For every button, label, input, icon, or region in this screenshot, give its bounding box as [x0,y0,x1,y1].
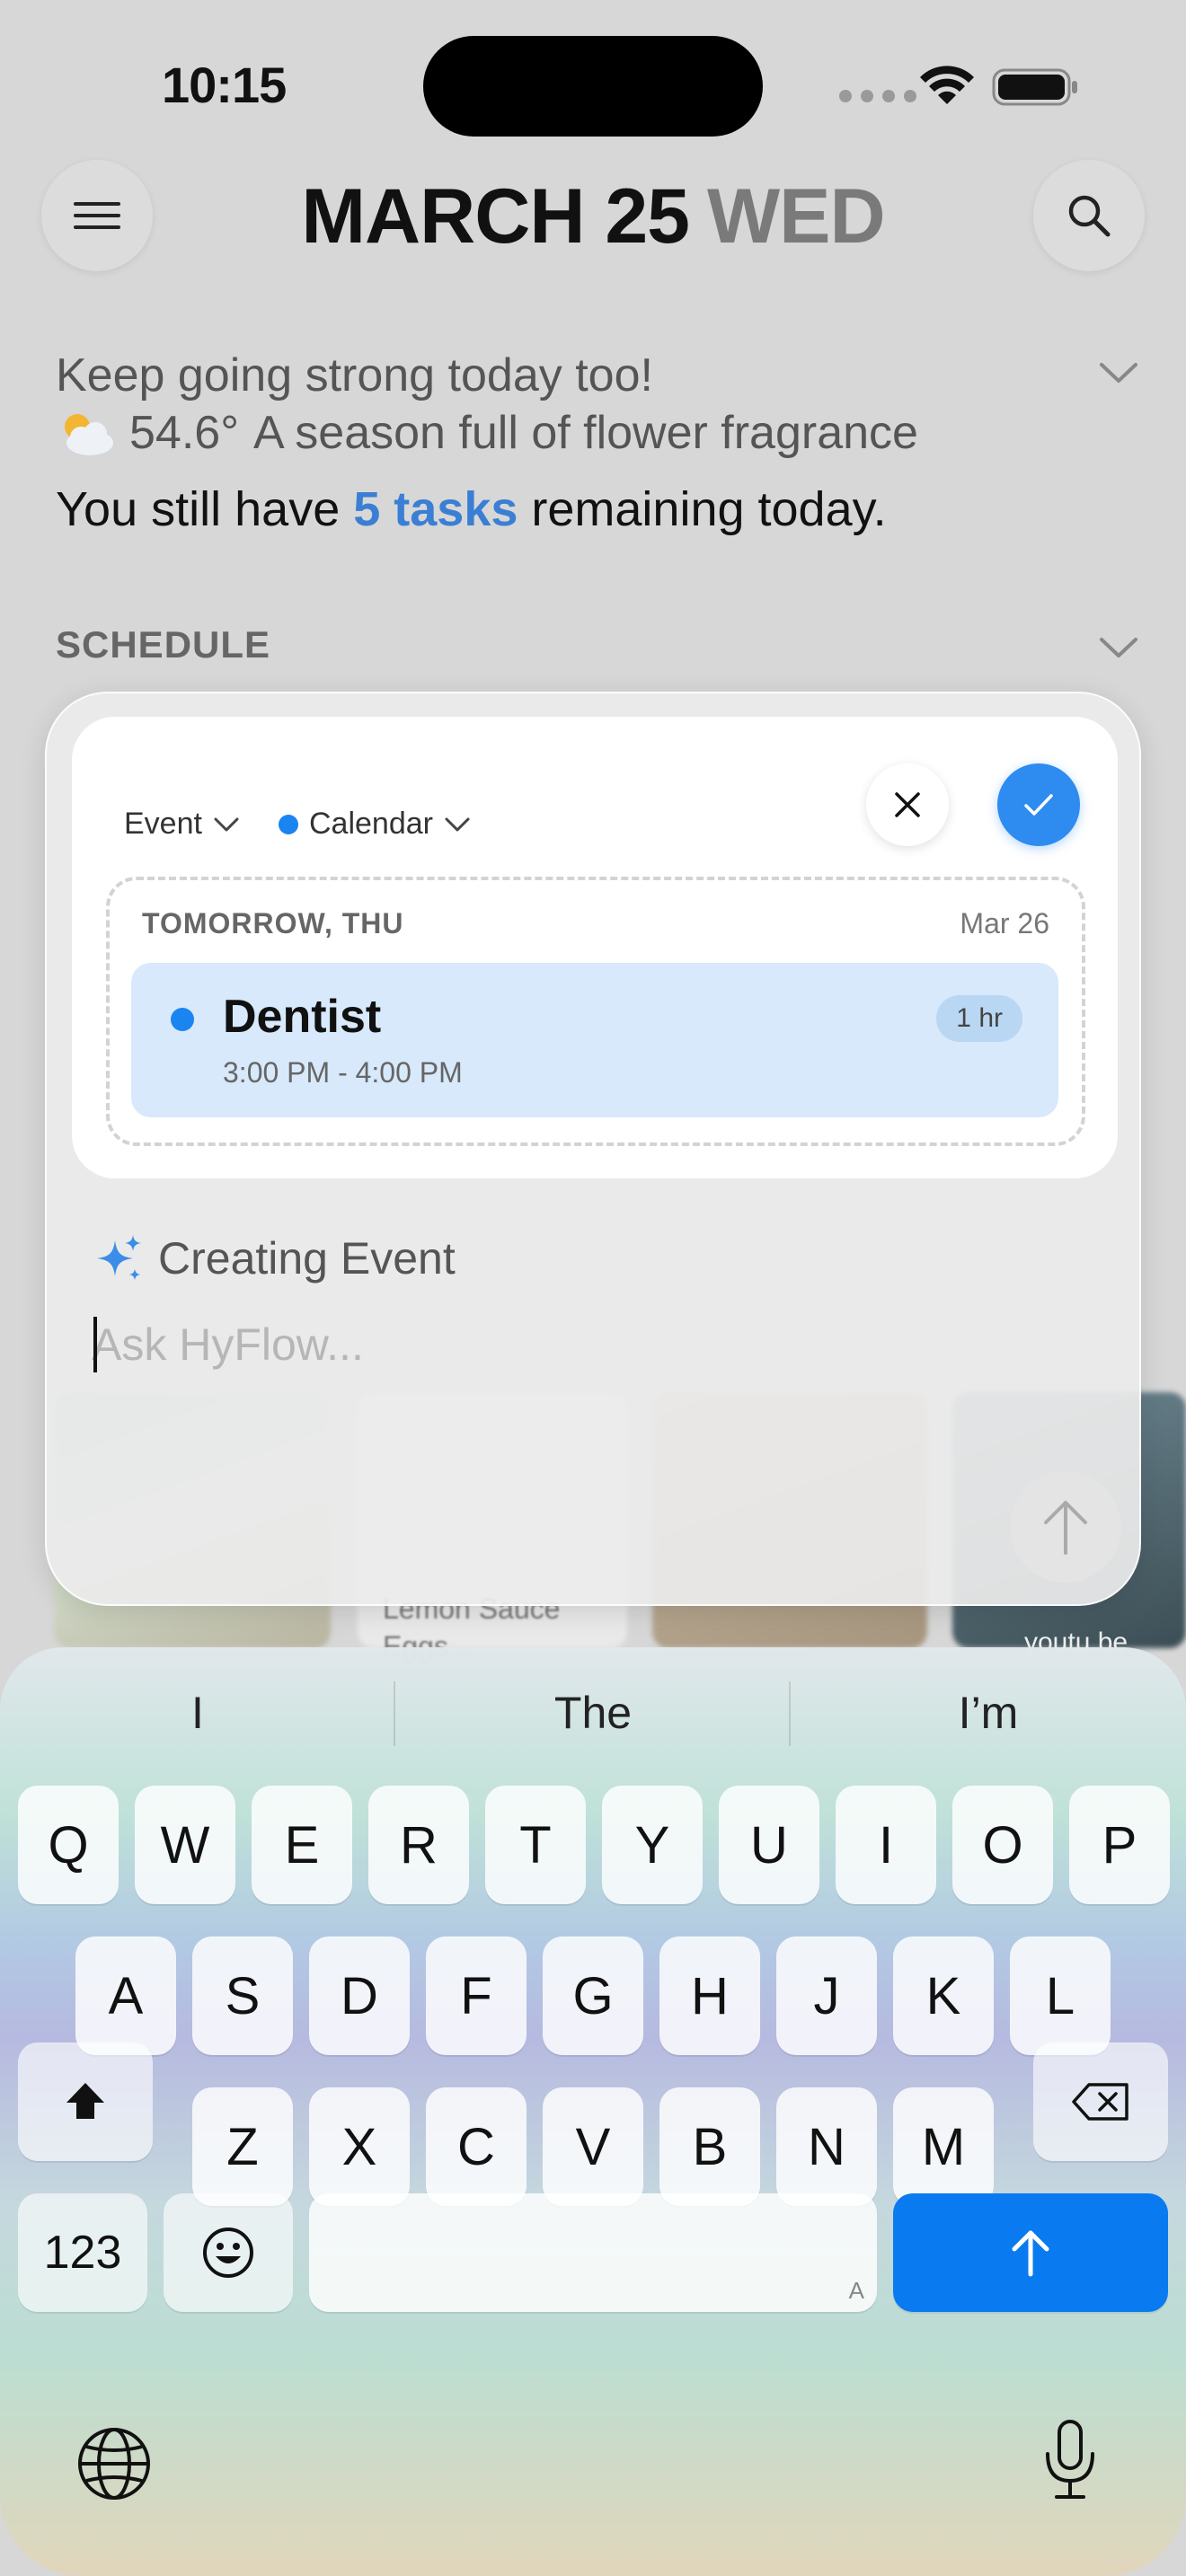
suggestion-1[interactable]: I [63,1687,332,1739]
chevron-down-icon[interactable] [1098,634,1139,661]
key-z[interactable]: Z [192,2087,293,2206]
calendar-dropdown-label: Calendar [309,807,433,841]
key-n[interactable]: N [776,2087,877,2206]
ask-input[interactable] [92,1313,990,1376]
key-p[interactable]: P [1069,1786,1170,1904]
event-preview: TOMORROW, THU Mar 26 Dentist 3:00 PM - 4… [106,877,1085,1146]
preview-day-label: TOMORROW, THU [142,907,404,940]
backspace-icon [1072,2083,1128,2121]
suggestion-2[interactable]: The [458,1687,728,1739]
suggestion-3[interactable]: I’m [854,1687,1123,1739]
confirm-button[interactable] [997,763,1080,846]
ai-status: Creating Event [95,1232,456,1284]
calendar-color-dot [279,814,298,834]
key-h[interactable]: H [659,1936,760,2055]
status-time: 10:15 [162,57,287,113]
numbers-key[interactable]: 123 [18,2193,147,2312]
shift-key[interactable] [18,2042,153,2161]
suggestion-divider [394,1681,395,1746]
key-i[interactable]: I [836,1786,936,1904]
space-key[interactable]: A [309,2193,877,2312]
key-s[interactable]: S [192,1936,293,2055]
event-title: Dentist [223,991,382,1043]
tasks-remaining: You still have 5 tasks remaining today. [56,481,887,537]
emoji-key[interactable] [164,2193,293,2312]
greeting-text: Keep going strong today too! [56,349,653,401]
key-g[interactable]: G [543,1936,643,2055]
key-o[interactable]: O [952,1786,1053,1904]
partly-cloudy-icon [65,414,113,455]
battery-icon [992,68,1077,106]
key-d[interactable]: D [309,1936,410,2055]
temperature: 54.6° [129,407,240,459]
key-w[interactable]: W [135,1786,235,1904]
key-k[interactable]: K [893,1936,994,2055]
suggestion-bar: I The I’m [0,1647,1186,1780]
globe-icon[interactable] [75,2425,153,2502]
key-r[interactable]: R [368,1786,469,1904]
title-day: WED [706,173,886,260]
status-bar: 10:15 [0,0,1186,171]
key-m[interactable]: M [893,2087,994,2206]
tasks-suffix: remaining today. [518,482,887,536]
microphone-icon[interactable] [1042,2418,1098,2504]
space-key-hint: A [848,2277,864,2304]
arrow-up-icon [1044,1501,1087,1555]
event-duration-badge: 1 hr [936,995,1022,1042]
key-a[interactable]: A [75,1936,176,2055]
key-q[interactable]: Q [18,1786,119,1904]
title-date: MARCH 25 [301,173,690,260]
key-e[interactable]: E [252,1786,352,1904]
weather-row: 54.6° A season full of flower fragrance [56,406,918,460]
key-y[interactable]: Y [602,1786,703,1904]
type-dropdown[interactable]: Event [124,807,240,842]
suggestion-divider [789,1681,791,1746]
send-key[interactable] [893,2193,1168,2312]
chevron-down-icon [445,817,470,831]
calendar-dropdown[interactable]: Calendar [279,807,471,842]
tasks-count-link[interactable]: 5 tasks [353,482,518,536]
emoji-icon [203,2228,253,2278]
tasks-prefix: You still have [56,482,354,536]
send-button[interactable] [1010,1471,1121,1583]
arrow-up-icon [1012,2230,1049,2277]
keyboard: I The I’m QWERTYUIOPASDFGHJKLZXCVBNM 123… [0,1647,1186,2576]
wifi-icon [920,66,974,104]
weather-text: A season full of flower fragrance [253,407,918,459]
preview-date-label: Mar 26 [960,907,1049,940]
key-f[interactable]: F [426,1936,527,2055]
shift-icon [66,2083,104,2119]
key-v[interactable]: V [543,2087,643,2206]
ai-create-sheet: Event Calendar TOMORROW, THU Mar 26 Dent… [45,692,1141,1606]
event-block[interactable]: Dentist 3:00 PM - 4:00 PM 1 hr [131,963,1058,1117]
chevron-down-icon [214,817,239,831]
key-b[interactable]: B [659,2087,760,2206]
event-color-dot [171,1008,194,1031]
type-dropdown-label: Event [124,807,202,841]
page-title[interactable]: MARCH 25 WED [0,172,1186,261]
search-button[interactable] [1033,160,1145,271]
key-t[interactable]: T [485,1786,586,1904]
schedule-section-label: SCHEDULE [56,623,271,666]
checkmark-icon [1024,794,1053,816]
key-x[interactable]: X [309,2087,410,2206]
search-icon [1068,195,1111,237]
close-button[interactable] [866,763,949,846]
key-j[interactable]: J [776,1936,877,2055]
dynamic-island [423,36,763,137]
cellular-signal-icon [839,90,916,102]
close-icon [895,792,920,817]
key-l[interactable]: L [1010,1936,1111,2055]
chevron-down-icon[interactable] [1098,359,1139,386]
key-u[interactable]: U [719,1786,819,1904]
event-draft-card: Event Calendar TOMORROW, THU Mar 26 Dent… [72,717,1118,1178]
sparkle-icon [97,1235,141,1280]
ai-status-text: Creating Event [158,1233,456,1284]
text-cursor [93,1317,97,1372]
delete-key[interactable] [1033,2042,1168,2161]
key-c[interactable]: C [426,2087,527,2206]
event-time: 3:00 PM - 4:00 PM [223,1056,463,1089]
